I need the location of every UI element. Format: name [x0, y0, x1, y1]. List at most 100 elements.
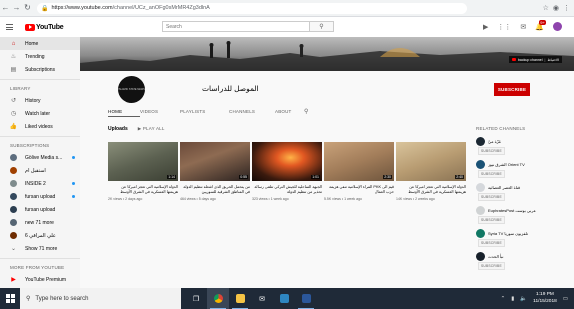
sidebar-item-watch-later[interactable]: ◷ Watch later — [0, 107, 80, 120]
word-button[interactable] — [295, 288, 317, 309]
related-subscribe-button[interactable]: SUBSCRIBE — [478, 239, 505, 247]
related-channel-avatar[interactable] — [476, 183, 485, 192]
reload-button[interactable]: ↻ — [22, 3, 33, 14]
related-channel-name[interactable]: عَزّة ميّ — [488, 137, 558, 146]
sidebar-item-trending[interactable]: ♨ Trending — [0, 50, 80, 63]
youtube-logo[interactable]: YouTube — [25, 23, 64, 31]
search-button[interactable]: ⚲ — [309, 22, 333, 31]
channel-avatar[interactable]: ISLAMIC STATE NEWS — [118, 76, 145, 103]
sidebar-item-home[interactable]: ⌂ Home — [0, 37, 80, 50]
play-all-button[interactable]: ▶ PLAY ALL — [138, 126, 165, 132]
video-title[interactable]: من يتحمل الحريق الذي أشعله تنظيم الدولة … — [180, 185, 250, 195]
task-view-button[interactable]: ❐ — [185, 288, 207, 309]
create-video-icon[interactable]: ▶ — [483, 23, 488, 31]
subscription-avatar — [10, 232, 17, 239]
related-channel-avatar[interactable] — [476, 252, 485, 261]
uploads-title[interactable]: Uploads — [108, 126, 128, 132]
video-card[interactable]: 1:01 الجبهة الساحلية للجيش التركي تتلقى ر… — [252, 142, 322, 201]
video-thumbnail[interactable]: 1:01 — [252, 142, 322, 181]
subscription-item[interactable]: استقبل ام — [0, 164, 80, 177]
related-subscribe-button[interactable]: SUBSCRIBE — [478, 262, 505, 270]
related-channel-name[interactable]: Syria TV تلفزيون سوريا — [488, 229, 558, 238]
clock[interactable]: 1:19 PM 11/15/2018 — [533, 292, 557, 305]
video-card[interactable]: 1:14 الدولة الإسلامية التي تعجز أميركا عن… — [108, 142, 178, 201]
subscription-label: Gölive Media s... — [25, 154, 63, 161]
related-channel-avatar[interactable] — [476, 160, 485, 169]
file-explorer-button[interactable] — [229, 288, 251, 309]
forward-button[interactable]: → — [11, 3, 22, 14]
tab-about[interactable]: ABOUT — [275, 106, 304, 117]
back-button[interactable]: ← — [0, 3, 11, 14]
tab-videos[interactable]: VIDEOS — [140, 106, 180, 117]
address-bar[interactable]: 🔒 https://www.youtube.com/channel/UCz_an… — [37, 2, 467, 14]
tab-home[interactable]: HOME — [108, 106, 140, 117]
related-channel-name[interactable]: قناة العصر العصائية — [488, 183, 558, 192]
video-title[interactable]: الجبهة الساحلية للجيش التركي تتلقى رسالة… — [252, 185, 322, 195]
subscription-item[interactable]: INSIDE 2 — [0, 177, 80, 190]
subscription-avatar — [10, 193, 17, 200]
new-content-dot — [72, 156, 75, 159]
messages-icon[interactable]: ✉ — [520, 23, 526, 31]
chevron-up-icon[interactable]: ⌃ — [501, 296, 506, 302]
video-card[interactable]: 2:40 الدولة الإسلامية التي تعجز أميركا عن… — [396, 142, 466, 201]
tab-playlists[interactable]: PLAYLISTS — [180, 106, 229, 117]
subscription-label: علي المراقي 6 — [25, 232, 56, 239]
video-thumbnail[interactable]: 2:30 — [324, 142, 394, 181]
subscribe-button[interactable]: SUBSCRIBE — [494, 83, 530, 96]
star-icon[interactable]: ☆ — [543, 4, 549, 12]
related-channel-avatar[interactable] — [476, 206, 485, 215]
youtube-play-icon — [25, 23, 35, 31]
show-more-button[interactable]: ⌄ Show 71 more — [0, 242, 80, 255]
video-title[interactable]: الدولة الإسلامية التي تعجز أميركا عن هزي… — [108, 185, 178, 195]
subscription-item[interactable]: fursan upload — [0, 203, 80, 216]
banner-link-badge[interactable]: backup channel | الاحتياط — [508, 56, 562, 63]
subscription-label: fursan upload — [25, 206, 56, 213]
hamburger-menu-icon[interactable] — [6, 20, 20, 34]
start-button[interactable] — [0, 288, 20, 309]
mail-button[interactable]: ✉ — [251, 288, 273, 309]
subscription-item[interactable]: fursan upload — [0, 190, 80, 203]
channel-search-icon[interactable]: ⚲ — [304, 106, 309, 117]
more-vert-icon[interactable]: ⋮ — [563, 4, 570, 12]
subscriptions-section-title: SUBSCRIPTIONS — [0, 136, 80, 151]
video-thumbnail[interactable]: 2:40 — [396, 142, 466, 181]
related-subscribe-button[interactable]: SUBSCRIBE — [478, 193, 505, 201]
related-channel-avatar[interactable] — [476, 137, 485, 146]
flame-icon: ♨ — [10, 54, 17, 60]
notifications-icon[interactable]: 🔔 9+ — [535, 19, 546, 31]
sidebar-item-youtube-premium[interactable]: ▶ YouTube Premium — [0, 273, 80, 286]
browser-icons: ☆ ◉ ⋮ — [543, 4, 574, 12]
video-title[interactable]: قيم الى PKK المرأة الإسلامية تنفي هزيمة … — [324, 185, 394, 195]
subscription-item[interactable]: Gölive Media s... — [0, 151, 80, 164]
related-subscribe-button[interactable]: SUBSCRIBE — [478, 170, 505, 178]
related-channel: EuphratesPost عربي بوست SUBSCRIBE — [476, 206, 566, 229]
related-subscribe-button[interactable]: SUBSCRIBE — [478, 216, 505, 224]
notification-center-icon[interactable]: ▭ — [563, 296, 568, 302]
sidebar-item-history[interactable]: ↺ History — [0, 94, 80, 107]
extension-icon[interactable]: ◉ — [553, 4, 559, 12]
related-subscribe-button[interactable]: SUBSCRIBE — [478, 147, 505, 155]
apps-grid-icon[interactable]: ⋮⋮ — [497, 23, 511, 31]
related-channel-name[interactable]: EuphratesPost عربي بوست — [488, 206, 558, 215]
sidebar-item-subscriptions[interactable]: ▤ Subscriptions — [0, 63, 80, 76]
video-title[interactable]: الدولة الإسلامية التي تعجز أميركا عن هزي… — [396, 185, 466, 195]
library-section-title: LIBRARY — [0, 79, 80, 94]
sidebar-item-liked-videos[interactable]: 👍 Liked videos — [0, 120, 80, 133]
photos-button[interactable] — [273, 288, 295, 309]
related-channel-avatar[interactable] — [476, 229, 485, 238]
tab-channels[interactable]: CHANNELS — [229, 106, 275, 117]
video-thumbnail[interactable]: 1:14 — [108, 142, 178, 181]
volume-icon[interactable]: 🔈 — [520, 296, 527, 302]
subscription-item[interactable]: new 71 more — [0, 216, 80, 229]
taskbar-search[interactable]: ⚲ Type here to search — [20, 288, 181, 309]
video-card[interactable]: 2:30 قيم الى PKK المرأة الإسلامية تنفي هز… — [324, 142, 394, 201]
account-avatar[interactable] — [553, 22, 562, 31]
subscription-item[interactable]: علي المراقي 6 — [0, 229, 80, 242]
chrome-taskbar-button[interactable] — [207, 288, 229, 309]
related-channel-name[interactable]: الشرق نيوز Orient TV — [488, 160, 558, 169]
related-channel-name[interactable]: نبأ الحدث — [488, 252, 558, 261]
video-card[interactable]: 0:55 من يتحمل الحريق الذي أشعله تنظيم الد… — [180, 142, 250, 201]
search-input[interactable] — [163, 22, 309, 31]
video-thumbnail[interactable]: 0:55 — [180, 142, 250, 181]
network-icon[interactable]: ▮ — [511, 296, 514, 302]
